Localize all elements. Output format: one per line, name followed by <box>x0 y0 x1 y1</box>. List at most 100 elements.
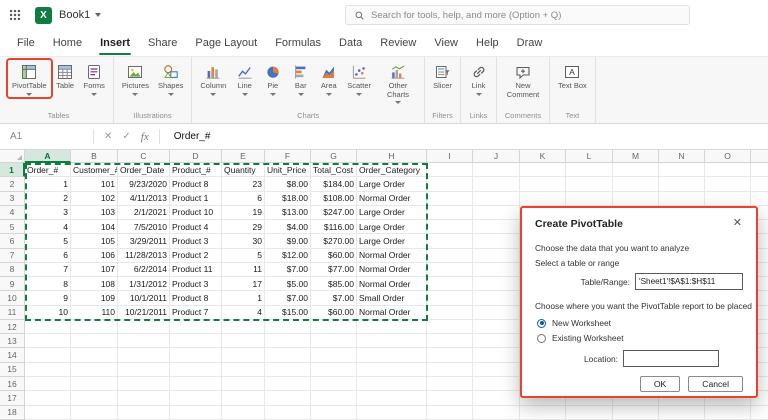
cell-G8[interactable]: $77.00 <box>311 263 357 277</box>
cell-H7[interactable]: Normal Order <box>357 249 427 263</box>
cell-E1[interactable]: Quantity <box>222 163 265 177</box>
cell-I15[interactable] <box>427 363 473 377</box>
cell-I8[interactable] <box>427 263 473 277</box>
menu-tab-home[interactable]: Home <box>44 31 91 55</box>
cell-H16[interactable] <box>357 377 427 391</box>
cell-D1[interactable]: Product_# <box>170 163 222 177</box>
cell-B8[interactable]: 107 <box>71 263 118 277</box>
cell-G12[interactable] <box>311 320 357 334</box>
cell-G17[interactable] <box>311 391 357 405</box>
cell-C10[interactable]: 10/1/2011 <box>118 291 170 305</box>
cell-G9[interactable]: $85.00 <box>311 277 357 291</box>
cell-F13[interactable] <box>265 334 311 348</box>
cell-F2[interactable]: $8.00 <box>265 177 311 191</box>
cell-G11[interactable]: $60.00 <box>311 306 357 320</box>
cell-H18[interactable] <box>357 406 427 420</box>
column-button[interactable]: Column <box>196 60 230 97</box>
cell-D8[interactable]: Product 11 <box>170 263 222 277</box>
cell-H10[interactable]: Small Order <box>357 291 427 305</box>
row-header-4[interactable]: 4 <box>0 206 25 220</box>
cell-L18[interactable] <box>566 406 613 420</box>
row-header-14[interactable]: 14 <box>0 348 25 362</box>
column-header-N[interactable]: N <box>659 150 705 163</box>
menu-tab-insert[interactable]: Insert <box>91 31 139 55</box>
cell-D18[interactable] <box>170 406 222 420</box>
cell-H2[interactable]: Large Order <box>357 177 427 191</box>
cell-I18[interactable] <box>427 406 473 420</box>
new-worksheet-option[interactable]: New Worksheet <box>535 318 743 328</box>
line-button[interactable]: Line <box>231 60 258 97</box>
cell-B2[interactable]: 101 <box>71 177 118 191</box>
workbook-title[interactable]: Book1 <box>59 9 101 21</box>
cell-E8[interactable]: 11 <box>222 263 265 277</box>
row-header-13[interactable]: 13 <box>0 334 25 348</box>
cell-E17[interactable] <box>222 391 265 405</box>
cell-C4[interactable]: 2/1/2021 <box>118 206 170 220</box>
cell-B15[interactable] <box>71 363 118 377</box>
slicer-button[interactable]: Slicer <box>429 60 456 92</box>
cell-A9[interactable]: 8 <box>25 277 71 291</box>
app-launcher-icon[interactable] <box>0 8 30 22</box>
column-header-I[interactable]: I <box>427 150 473 163</box>
cell-L2[interactable] <box>566 177 613 191</box>
cell-I9[interactable] <box>427 277 473 291</box>
radio-unselected-icon[interactable] <box>537 334 546 343</box>
cell-J16[interactable] <box>473 377 520 391</box>
column-header-C[interactable]: C <box>118 150 170 163</box>
cell-B7[interactable]: 106 <box>71 249 118 263</box>
column-header-M[interactable]: M <box>613 150 659 163</box>
cell-A11[interactable]: 10 <box>25 306 71 320</box>
row-header-3[interactable]: 3 <box>0 192 25 206</box>
cell-E18[interactable] <box>222 406 265 420</box>
new-comment-button[interactable]: New Comment <box>501 60 545 100</box>
cell-E6[interactable]: 30 <box>222 234 265 248</box>
table-button[interactable]: Table <box>52 60 79 92</box>
cell-D11[interactable]: Product 7 <box>170 306 222 320</box>
cell-F16[interactable] <box>265 377 311 391</box>
ok-button[interactable]: OK <box>640 376 680 392</box>
cell-G4[interactable]: $247.00 <box>311 206 357 220</box>
cell-J6[interactable] <box>473 234 520 248</box>
insert-function-icon[interactable]: fx <box>136 131 154 143</box>
cell-B3[interactable]: 102 <box>71 192 118 206</box>
cell-C2[interactable]: 9/23/2020 <box>118 177 170 191</box>
cell-A12[interactable] <box>25 320 71 334</box>
shapes-button[interactable]: Shapes <box>154 60 187 97</box>
cell-C3[interactable]: 4/11/2013 <box>118 192 170 206</box>
cell-G14[interactable] <box>311 348 357 362</box>
cell-O2[interactable] <box>705 177 751 191</box>
menu-tab-review[interactable]: Review <box>371 31 425 55</box>
cell-B4[interactable]: 103 <box>71 206 118 220</box>
cell-K2[interactable] <box>520 177 566 191</box>
cell-E10[interactable]: 1 <box>222 291 265 305</box>
cell-C12[interactable] <box>118 320 170 334</box>
cell-K3[interactable] <box>520 192 566 206</box>
menu-tab-page-layout[interactable]: Page Layout <box>186 31 266 55</box>
cell-G15[interactable] <box>311 363 357 377</box>
cell-F1[interactable]: Unit_Price <box>265 163 311 177</box>
cell-D5[interactable]: Product 4 <box>170 220 222 234</box>
cell-D15[interactable] <box>170 363 222 377</box>
cell-H12[interactable] <box>357 320 427 334</box>
cell-J5[interactable] <box>473 220 520 234</box>
cell-B17[interactable] <box>71 391 118 405</box>
formula-content[interactable]: Order_# <box>174 131 211 142</box>
cell-D6[interactable]: Product 3 <box>170 234 222 248</box>
scatter-button[interactable]: Scatter <box>343 60 375 97</box>
cell-F12[interactable] <box>265 320 311 334</box>
cell-H15[interactable] <box>357 363 427 377</box>
cell-A13[interactable] <box>25 334 71 348</box>
cell-G2[interactable]: $184.00 <box>311 177 357 191</box>
cell-M1[interactable] <box>613 163 659 177</box>
table-range-input[interactable] <box>635 273 743 290</box>
cell-B14[interactable] <box>71 348 118 362</box>
cell-E3[interactable]: 6 <box>222 192 265 206</box>
cell-A3[interactable]: 2 <box>25 192 71 206</box>
cell-A4[interactable]: 3 <box>25 206 71 220</box>
cell-J12[interactable] <box>473 320 520 334</box>
cell-B18[interactable] <box>71 406 118 420</box>
cell-H3[interactable]: Normal Order <box>357 192 427 206</box>
existing-worksheet-option[interactable]: Existing Worksheet <box>535 333 743 343</box>
cell-H11[interactable]: Normal Order <box>357 306 427 320</box>
cell-C13[interactable] <box>118 334 170 348</box>
